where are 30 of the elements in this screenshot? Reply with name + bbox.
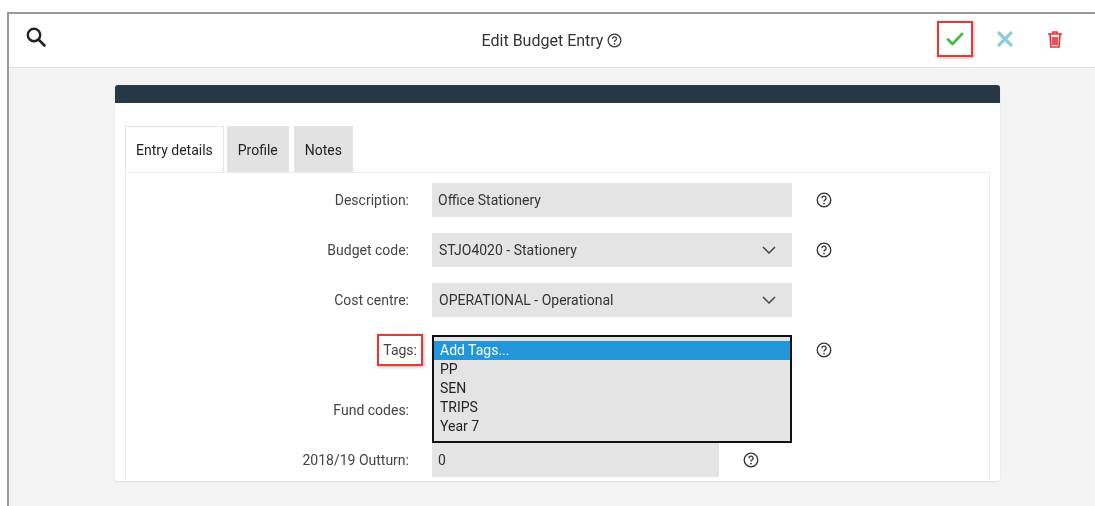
tags-list[interactable]: Add Tags... PP SEN TRIPS Year 7: [432, 335, 792, 443]
help-icon[interactable]: [743, 452, 759, 468]
list-option[interactable]: TRIPS: [434, 398, 790, 417]
tab[interactable]: Notes: [293, 126, 353, 172]
chevron-down-icon: [762, 295, 776, 305]
input-field[interactable]: 0: [432, 443, 719, 477]
help-icon[interactable]: [607, 33, 623, 48]
field-label: Tags:: [377, 334, 423, 366]
tab[interactable]: Entry details: [125, 126, 224, 172]
field-label: Budget code:: [326, 241, 410, 260]
list-option[interactable]: Year 7: [434, 417, 790, 436]
search-icon[interactable]: [26, 26, 46, 47]
dropdown[interactable]: STJO4020 - Stationery: [432, 233, 792, 267]
input-field[interactable]: Office Stationery: [432, 183, 792, 217]
help-icon[interactable]: [816, 342, 832, 358]
field-label: Description:: [333, 191, 410, 210]
help-icon[interactable]: [816, 192, 832, 208]
field-label: 2018/19 Outturn:: [301, 451, 410, 470]
chevron-down-icon: [762, 245, 776, 255]
help-icon[interactable]: [816, 242, 832, 258]
close-icon: [995, 28, 1015, 49]
list-option[interactable]: SEN: [434, 379, 790, 398]
trash-icon: [1045, 28, 1065, 49]
window-title: Edit Budget Entry: [481, 31, 604, 50]
list-option[interactable]: PP: [434, 360, 790, 379]
tab[interactable]: Profile: [226, 126, 289, 172]
field-label: Cost centre:: [333, 291, 410, 310]
dropdown[interactable]: OPERATIONAL - Operational: [432, 283, 792, 317]
field-label: Fund codes:: [332, 401, 410, 420]
check-button[interactable]: [937, 20, 973, 57]
